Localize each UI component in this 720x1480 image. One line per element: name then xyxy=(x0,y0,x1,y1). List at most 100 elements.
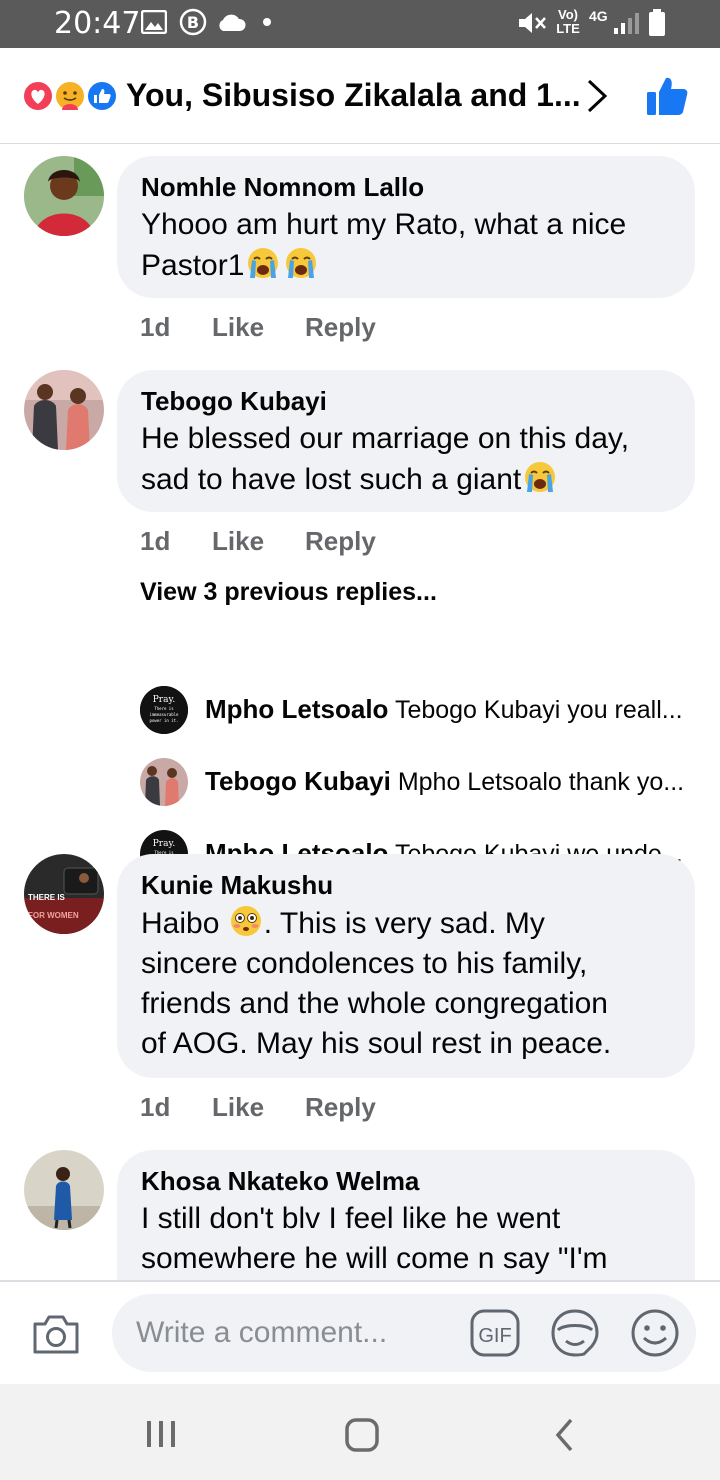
dot-icon xyxy=(263,18,271,26)
like-reaction-icon xyxy=(86,80,118,112)
comment-bubble[interactable]: Nomhle Nomnom Lallo Yhooo am hurt my Rat… xyxy=(117,156,695,298)
gif-icon[interactable]: GIF xyxy=(470,1309,520,1357)
comment-text: I still don't blv I feel like he went so… xyxy=(141,1199,675,1279)
avatar-kunie: THERE IS FOR WOMEN xyxy=(24,854,104,934)
like-thumb-icon[interactable] xyxy=(645,75,689,117)
avatar-khosa xyxy=(24,1150,104,1230)
view-previous-replies-link[interactable]: View 3 previous replies... xyxy=(140,578,437,607)
comment-time[interactable]: 1d xyxy=(140,526,170,557)
home-icon[interactable] xyxy=(344,1417,380,1453)
comment-time[interactable]: 1d xyxy=(140,1092,170,1123)
comment-line-text: Pastor1 xyxy=(141,249,245,282)
svg-text:B: B xyxy=(187,13,199,32)
reply-button[interactable]: Reply xyxy=(305,526,376,557)
emoji-icon[interactable] xyxy=(630,1308,680,1358)
like-button[interactable]: Like xyxy=(212,1092,264,1123)
reply-text: Mpho Letsoalo thank yo... xyxy=(397,768,685,796)
reply-button[interactable]: Reply xyxy=(305,1092,376,1123)
comment-placeholder: Write a comment... xyxy=(136,1316,388,1349)
status-time: 20:47 xyxy=(54,6,141,41)
comment-author[interactable]: Kunie Makushu xyxy=(141,870,333,901)
mute-icon xyxy=(519,13,546,33)
sticker-icon[interactable] xyxy=(550,1308,600,1358)
crying-emoji-icon xyxy=(286,248,317,278)
reactions-text: You, Sibusiso Zikalala and 1... xyxy=(126,77,581,113)
care-reaction-icon xyxy=(54,80,86,112)
avatar-text: power in it. xyxy=(150,718,179,723)
back-icon[interactable] xyxy=(552,1416,576,1454)
avatar[interactable]: Pray. There is immeasurable power in it. xyxy=(140,686,188,734)
battery-icon xyxy=(649,9,665,36)
comment-bubble[interactable]: Kunie Makushu Haibo . This is very sad. … xyxy=(117,854,695,1078)
comment-author[interactable]: Tebogo Kubayi xyxy=(141,386,327,417)
crying-emoji-icon xyxy=(525,462,556,492)
comment-line: Yhooo am hurt my Rato, what a nice xyxy=(141,208,627,241)
comment-line: somewhere he will come n say "I'm xyxy=(141,1242,608,1275)
chevron-right-icon[interactable] xyxy=(584,78,610,114)
avatar-text: FOR WOMEN xyxy=(28,911,79,920)
network-label: 4G xyxy=(589,8,608,24)
avatar-nomhle xyxy=(24,156,104,236)
reply-row[interactable]: Tebogo Kubayi Mpho Letsoalo thank yo... xyxy=(205,766,700,797)
comment-input[interactable]: Write a comment... GIF xyxy=(112,1294,696,1372)
signal-icon xyxy=(614,13,639,34)
comment-line: of AOG. May his soul rest in peace. xyxy=(141,1027,612,1060)
volte-label: Vo) LTE xyxy=(553,8,583,36)
reply-row[interactable]: Mpho Letsoalo Tebogo Kubayi you reall... xyxy=(205,694,700,725)
avatar-text: THERE IS xyxy=(28,893,66,902)
reply-author[interactable]: Mpho Letsoalo xyxy=(205,694,388,724)
avatar[interactable] xyxy=(24,1150,104,1230)
like-button[interactable]: Like xyxy=(212,526,264,557)
comment-bubble[interactable]: Tebogo Kubayi He blessed our marriage on… xyxy=(117,370,695,512)
comment-line: I still don't blv I feel like he went xyxy=(141,1202,561,1235)
comment-line-text: Haibo xyxy=(141,907,220,940)
cloud-icon xyxy=(219,14,246,32)
volte-bottom: LTE xyxy=(556,21,580,36)
like-button[interactable]: Like xyxy=(212,312,264,343)
status-bar: 20:47 B Vo) LTE 4G xyxy=(0,0,720,48)
comment-text: He blessed our marriage on this day, sad… xyxy=(141,419,675,500)
avatar[interactable] xyxy=(140,758,188,806)
volte-top: Vo) xyxy=(558,7,578,22)
camera-icon[interactable] xyxy=(31,1312,81,1356)
navigation-bar xyxy=(0,1384,720,1480)
comment-line-text: . This is very sad. My xyxy=(263,907,545,940)
avatar[interactable] xyxy=(24,370,104,450)
comment-line: sincere condolences to his family, xyxy=(141,947,588,980)
avatar-text: There is xyxy=(154,706,174,711)
reply-text: Tebogo Kubayi you reall... xyxy=(394,696,683,724)
b-icon: B xyxy=(179,8,207,36)
comment-time[interactable]: 1d xyxy=(140,312,170,343)
avatar[interactable]: THERE IS FOR WOMEN xyxy=(24,854,104,934)
comment-author[interactable]: Nomhle Nomnom Lallo xyxy=(141,172,424,203)
gallery-icon xyxy=(141,10,167,34)
comment-text: Yhooo am hurt my Rato, what a nice Pasto… xyxy=(141,205,675,286)
avatar-text: immeasurable xyxy=(150,712,179,717)
reply-button[interactable]: Reply xyxy=(305,312,376,343)
avatar-tebogo-small xyxy=(140,758,188,806)
gif-label: GIF xyxy=(478,1325,511,1347)
reactions-header[interactable]: You, Sibusiso Zikalala and 1... xyxy=(0,48,720,144)
comment-line: friends and the whole congregation xyxy=(141,987,608,1020)
comment-author[interactable]: Khosa Nkateko Welma xyxy=(141,1166,419,1197)
comments-list[interactable]: Nomhle Nomnom Lallo Yhooo am hurt my Rat… xyxy=(0,144,720,1280)
comment-text: Haibo . This is very sad. My sincere con… xyxy=(141,903,675,1064)
comment-bubble[interactable]: Khosa Nkateko Welma I still don't blv I … xyxy=(117,1150,695,1280)
comment-line: He blessed our marriage on this day, xyxy=(141,422,630,455)
flushed-emoji-icon xyxy=(230,906,261,936)
love-reaction-icon xyxy=(22,80,54,112)
comment-line-text: sad to have lost such a giant xyxy=(141,463,522,496)
reaction-icons xyxy=(22,80,118,112)
avatar-pray: Pray. There is immeasurable power in it. xyxy=(140,686,188,734)
comment-line: Haibo . This is very sad. My xyxy=(141,903,675,944)
avatar-text: Pray. xyxy=(153,695,176,705)
comment-line: sad to have lost such a giant xyxy=(141,459,675,500)
avatar-tebogo xyxy=(24,370,104,450)
comment-composer: Write a comment... GIF xyxy=(0,1280,720,1384)
avatar[interactable] xyxy=(24,156,104,236)
comments-sheet: You, Sibusiso Zikalala and 1... Nomhle N… xyxy=(0,48,720,1384)
avatar-text: Pray. xyxy=(153,839,176,849)
recent-apps-icon[interactable] xyxy=(144,1418,178,1450)
reply-author[interactable]: Tebogo Kubayi xyxy=(205,766,391,796)
crying-emoji-icon xyxy=(248,248,279,278)
